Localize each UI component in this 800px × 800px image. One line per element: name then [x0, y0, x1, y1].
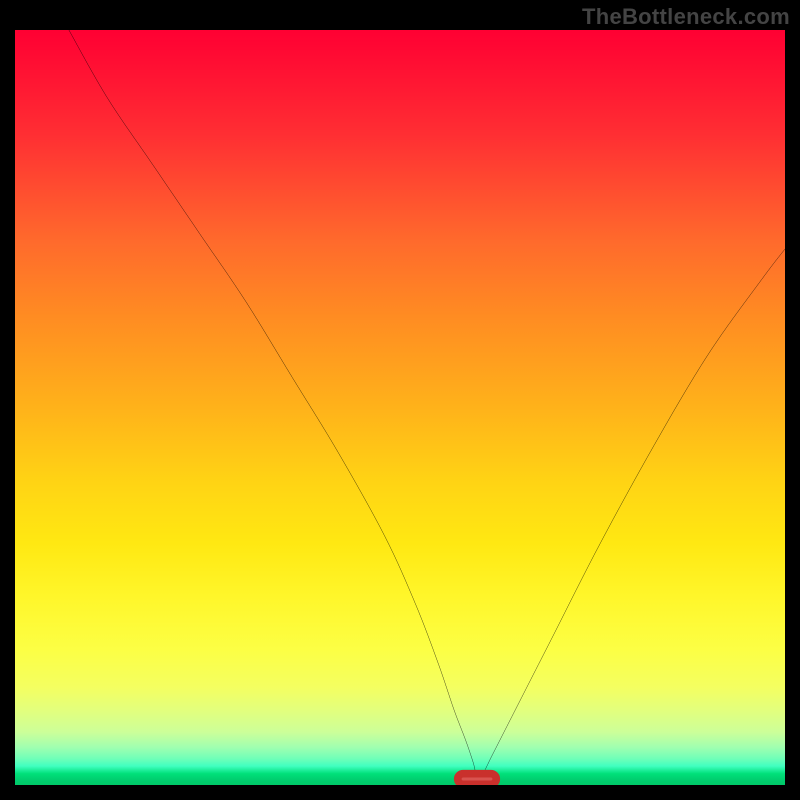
bottleneck-curve: [69, 30, 785, 777]
optimal-point-marker: [458, 774, 497, 785]
watermark-text: TheBottleneck.com: [582, 4, 790, 30]
curve-svg: [15, 30, 785, 785]
chart-frame: TheBottleneck.com: [0, 0, 800, 800]
plot-area: [15, 30, 785, 785]
